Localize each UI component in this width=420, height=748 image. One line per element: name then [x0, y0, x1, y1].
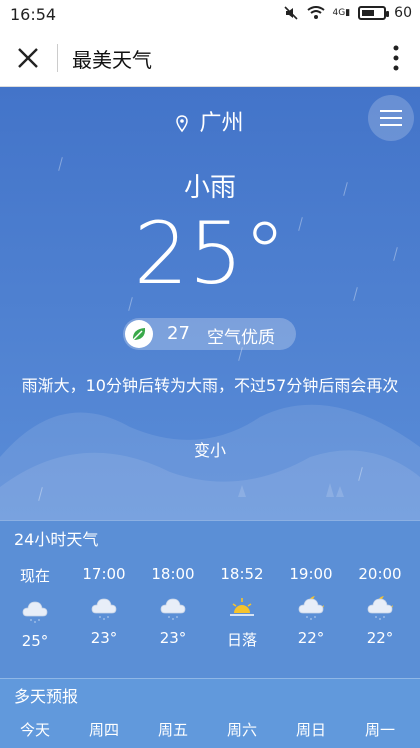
hourly-time: 18:00	[151, 565, 195, 583]
hourly-value: 日落	[226, 631, 257, 649]
location-pin-icon	[176, 115, 189, 133]
daily-forecast: 多天预报 今天 周四 周五 周六 周日 周一	[0, 678, 420, 748]
forecast-description-cont: 变小	[193, 441, 226, 460]
more-menu-icon[interactable]	[384, 42, 408, 74]
status-icons: 4G▮ 60	[283, 5, 412, 21]
daily-day[interactable]: 今天	[0, 719, 70, 740]
hourly-item: 现在 25°	[0, 565, 70, 650]
aqi-label: 空气优质	[207, 328, 275, 348]
leaf-icon	[125, 320, 153, 348]
current-temperature: 25°	[133, 204, 287, 304]
forecast-description: 雨渐大，10分钟后转为大雨，不过57分钟后雨会再次	[21, 376, 399, 395]
cloud-rain-icon	[160, 598, 186, 620]
app-navbar: 最美天气	[0, 30, 420, 87]
daily-day[interactable]: 周六	[207, 719, 277, 740]
hourly-item: 18:52 日落	[207, 565, 277, 650]
signal-icon: 4G▮	[332, 8, 351, 18]
cloud-rain-icon	[91, 598, 117, 620]
daily-day[interactable]: 周五	[138, 719, 208, 740]
hourly-value: 25°	[21, 632, 49, 650]
hourly-item: 18:00 23°	[138, 565, 208, 647]
city-selector[interactable]: 广州	[0, 105, 420, 137]
page-title: 最美天气	[72, 48, 152, 72]
cloud-rain-icon	[22, 601, 48, 623]
hourly-time: 现在	[19, 567, 50, 585]
city-name: 广州	[199, 111, 244, 136]
hourly-time: 19:00	[289, 565, 333, 583]
status-bar: 16:54 4G▮ 60	[0, 0, 420, 30]
weather-condition: 小雨	[183, 173, 236, 203]
hourly-item: 19:00 22°	[276, 565, 346, 647]
hourly-item: 20:00 22°	[345, 565, 415, 647]
hourly-item: 17:00 23°	[69, 565, 139, 647]
air-quality-badge[interactable]: 27 空气优质	[123, 318, 296, 350]
wifi-icon	[306, 6, 325, 19]
battery-percent: 60	[394, 5, 412, 21]
battery-icon	[358, 6, 390, 20]
nav-divider	[57, 44, 58, 72]
weather-panel: 广州 小雨 25° 27 空气优质 雨渐大，10分钟后转为大雨，不过57分钟后雨…	[0, 87, 420, 520]
moon-cloud-rain-icon	[298, 596, 324, 620]
hourly-time: 17:00	[82, 565, 126, 583]
mute-icon	[283, 6, 298, 20]
daily-day[interactable]: 周四	[69, 719, 139, 740]
status-time: 16:54	[10, 5, 57, 24]
hourly-time: 20:00	[358, 565, 402, 583]
hourly-time: 18:52	[220, 565, 264, 583]
hourly-value: 22°	[297, 629, 325, 647]
hourly-value: 23°	[159, 629, 187, 647]
network-type: 4G	[332, 8, 346, 18]
close-icon[interactable]	[14, 44, 42, 72]
hourly-title: 24小时天气	[14, 530, 99, 549]
menu-button[interactable]	[368, 95, 414, 141]
sunset-icon	[230, 598, 254, 616]
hourly-forecast: 24小时天气 现在 25° 17:00 23° 18:00 23° 18:52 日落 19:00…	[0, 520, 420, 679]
daily-day[interactable]: 周日	[276, 719, 346, 740]
moon-cloud-rain-icon	[367, 596, 393, 620]
hourly-value: 23°	[90, 629, 118, 647]
daily-day[interactable]: 周一	[345, 719, 415, 740]
daily-title: 多天预报	[14, 687, 79, 706]
hourly-value: 22°	[366, 629, 394, 647]
aqi-value: 27	[167, 323, 190, 344]
